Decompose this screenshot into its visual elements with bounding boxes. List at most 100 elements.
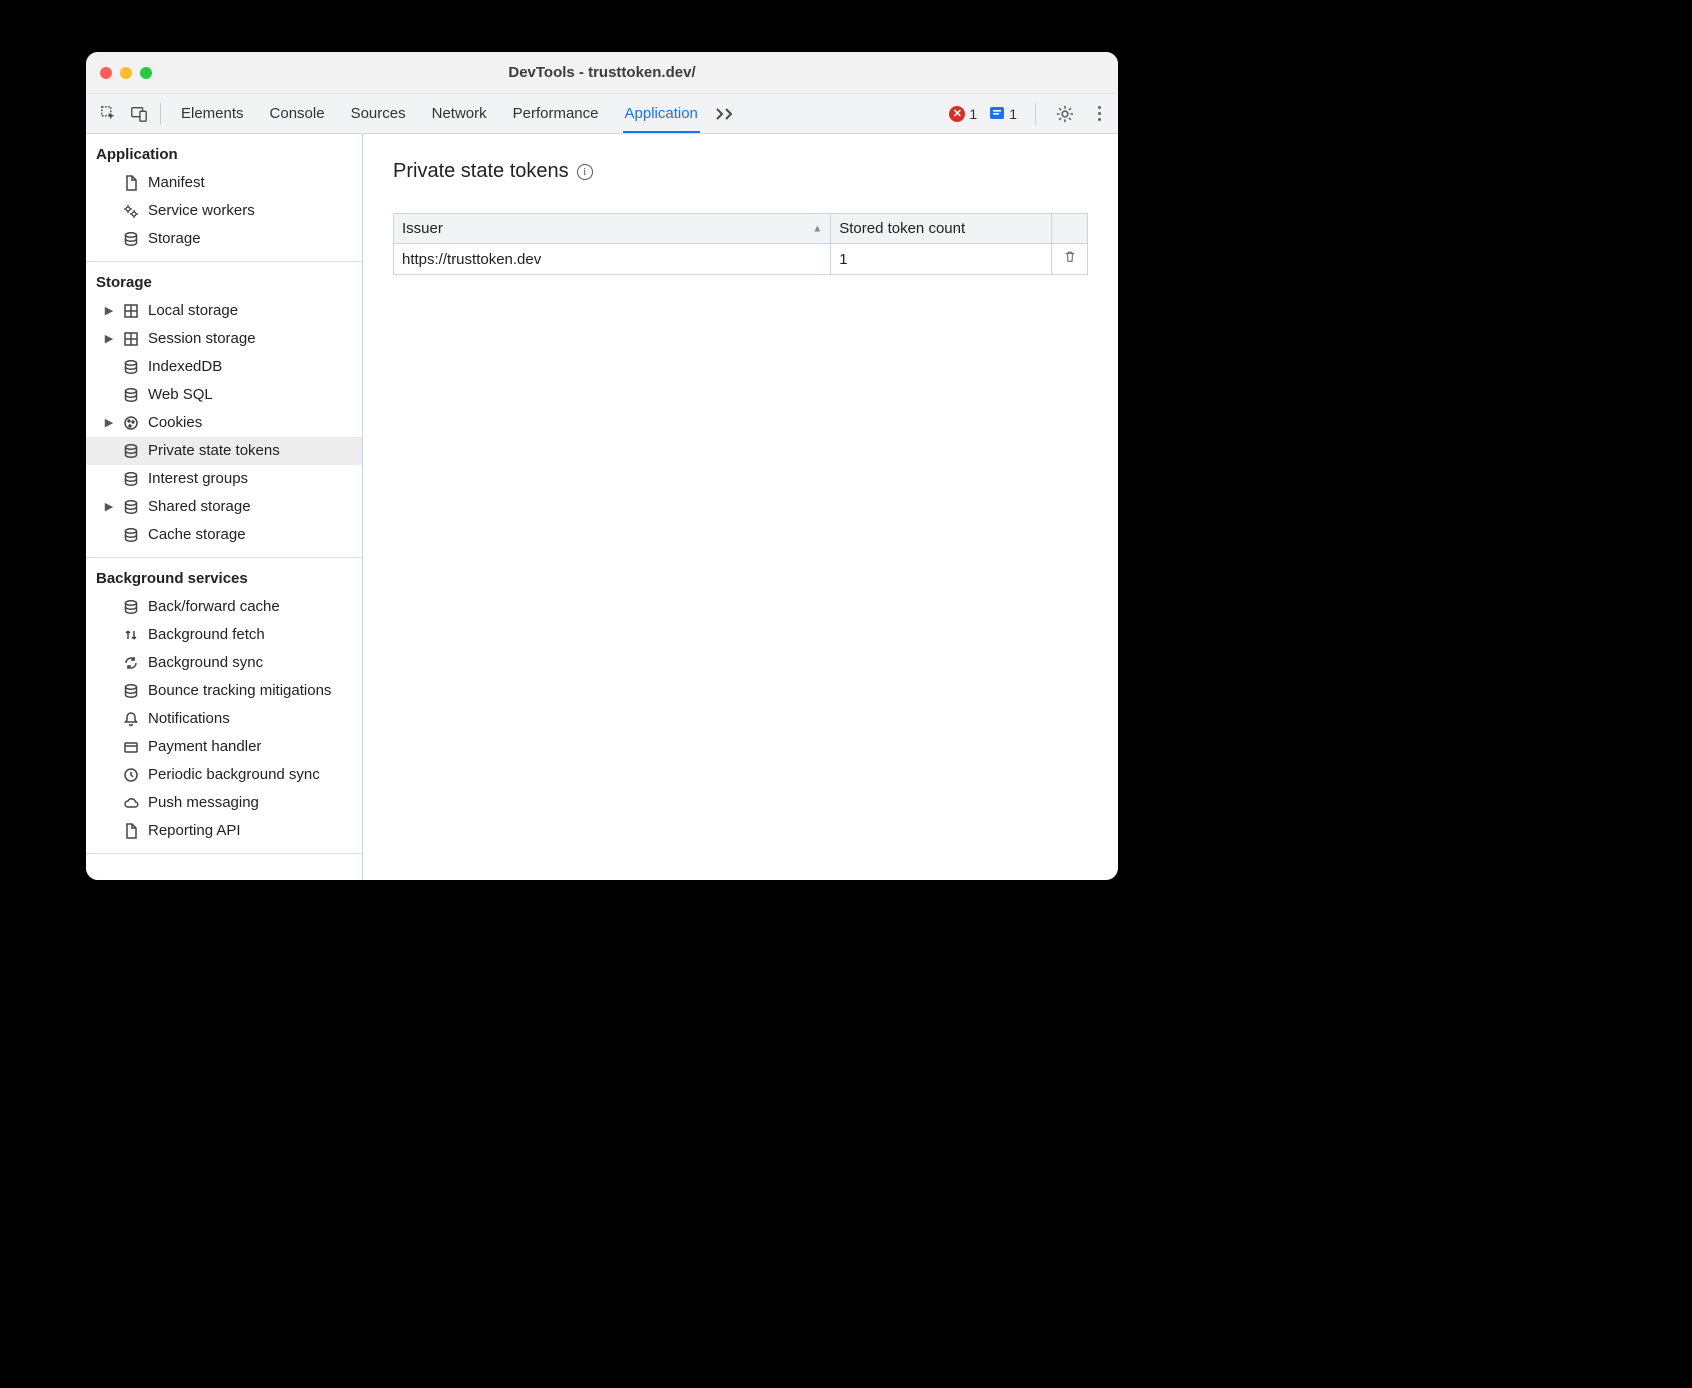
- settings-icon[interactable]: [1054, 103, 1076, 125]
- database-icon: [122, 470, 140, 488]
- database-icon: [122, 598, 140, 616]
- window-title: DevTools - trusttoken.dev/: [86, 64, 1118, 81]
- database-icon: [122, 442, 140, 460]
- cell-delete[interactable]: [1052, 244, 1088, 275]
- tab-performance[interactable]: Performance: [511, 95, 601, 133]
- expand-arrow-icon[interactable]: ▶: [104, 300, 114, 322]
- sidebar-item-cookies[interactable]: ▶Cookies: [86, 409, 362, 437]
- table-icon: [122, 302, 140, 320]
- sidebar-item-bounce-tracking-mitigations[interactable]: Bounce tracking mitigations: [86, 677, 362, 705]
- cell-issuer: https://trusttoken.dev: [394, 244, 831, 275]
- sidebar-item-back-forward-cache[interactable]: Back/forward cache: [86, 593, 362, 621]
- panel-heading-text: Private state tokens: [393, 160, 569, 183]
- sidebar-item-label: Payment handler: [148, 736, 261, 758]
- sidebar-item-private-state-tokens[interactable]: Private state tokens: [86, 437, 362, 465]
- column-issuer[interactable]: Issuer ▲: [394, 214, 831, 244]
- sidebar-item-background-fetch[interactable]: Background fetch: [86, 621, 362, 649]
- section-background-services: Background services: [86, 558, 362, 593]
- sidebar-item-label: Web SQL: [148, 384, 213, 406]
- minimize-window-button[interactable]: [120, 67, 132, 79]
- tab-console[interactable]: Console: [268, 95, 327, 133]
- sidebar-item-payment-handler[interactable]: Payment handler: [86, 733, 362, 761]
- maximize-window-button[interactable]: [140, 67, 152, 79]
- sidebar-item-web-sql[interactable]: Web SQL: [86, 381, 362, 409]
- table-icon: [122, 330, 140, 348]
- expand-arrow-icon[interactable]: ▶: [104, 496, 114, 518]
- gears-icon: [122, 202, 140, 220]
- error-count-badge[interactable]: ✕ 1: [949, 106, 977, 122]
- sidebar-item-label: Notifications: [148, 708, 230, 730]
- sidebar-item-storage[interactable]: Storage: [86, 225, 362, 253]
- sidebar-item-local-storage[interactable]: ▶Local storage: [86, 297, 362, 325]
- section-storage: Storage: [86, 262, 362, 297]
- table-row[interactable]: https://trusttoken.dev1: [394, 244, 1088, 275]
- file-icon: [122, 822, 140, 840]
- sidebar-item-label: Background fetch: [148, 624, 265, 646]
- sidebar-item-label: Bounce tracking mitigations: [148, 680, 331, 702]
- sidebar-item-label: Push messaging: [148, 792, 259, 814]
- database-icon: [122, 358, 140, 376]
- more-options-icon[interactable]: [1088, 103, 1110, 125]
- info-icon: [989, 106, 1005, 122]
- sidebar-item-label: Shared storage: [148, 496, 251, 518]
- sidebar: Application Manifest Service workers Storag…: [86, 134, 363, 880]
- sidebar-item-service-workers[interactable]: Service workers: [86, 197, 362, 225]
- sidebar-item-notifications[interactable]: Notifications: [86, 705, 362, 733]
- sidebar-item-label: Reporting API: [148, 820, 241, 842]
- sidebar-item-label: Manifest: [148, 172, 205, 194]
- expand-arrow-icon[interactable]: ▶: [104, 328, 114, 350]
- titlebar: DevTools - trusttoken.dev/: [86, 52, 1118, 94]
- devtools-window: DevTools - trusttoken.dev/ Elements Conso…: [86, 52, 1118, 880]
- sidebar-item-interest-groups[interactable]: Interest groups: [86, 465, 362, 493]
- sidebar-item-label: Back/forward cache: [148, 596, 280, 618]
- tab-elements[interactable]: Elements: [179, 95, 246, 133]
- sidebar-item-label: IndexedDB: [148, 356, 222, 378]
- section-application: Application: [86, 134, 362, 169]
- toolbar-divider-2: [1035, 103, 1036, 125]
- expand-arrow-icon[interactable]: ▶: [104, 412, 114, 434]
- info-count: 1: [1009, 106, 1017, 122]
- sidebar-item-push-messaging[interactable]: Push messaging: [86, 789, 362, 817]
- close-window-button[interactable]: [100, 67, 112, 79]
- more-tabs-icon[interactable]: [716, 107, 736, 121]
- sidebar-item-shared-storage[interactable]: ▶ Shared storage: [86, 493, 362, 521]
- sidebar-item-periodic-background-sync[interactable]: Periodic background sync: [86, 761, 362, 789]
- sidebar-item-label: Interest groups: [148, 468, 248, 490]
- panel-heading: Private state tokens i: [393, 160, 1088, 183]
- clock-icon: [122, 766, 140, 784]
- tab-application[interactable]: Application: [623, 95, 700, 133]
- main-panel: Private state tokens i Issuer ▲ Stored t…: [363, 134, 1118, 880]
- cookie-icon: [122, 414, 140, 432]
- database-icon: [122, 682, 140, 700]
- tab-network[interactable]: Network: [430, 95, 489, 133]
- toolbar-divider: [160, 103, 161, 125]
- database-icon: [122, 498, 140, 516]
- sidebar-item-indexeddb[interactable]: IndexedDB: [86, 353, 362, 381]
- database-icon: [122, 526, 140, 544]
- column-actions: [1052, 214, 1088, 244]
- panel-tabs: Elements Console Sources Network Performance…: [179, 95, 700, 133]
- sidebar-item-manifest[interactable]: Manifest: [86, 169, 362, 197]
- sidebar-item-background-sync[interactable]: Background sync: [86, 649, 362, 677]
- sidebar-item-reporting-api[interactable]: Reporting API: [86, 817, 362, 845]
- sidebar-item-label: Private state tokens: [148, 440, 280, 462]
- devtools-toolbar: Elements Console Sources Network Performance…: [86, 94, 1118, 134]
- info-circle-icon[interactable]: i: [577, 164, 593, 180]
- column-count[interactable]: Stored token count: [831, 214, 1052, 244]
- info-count-badge[interactable]: 1: [989, 106, 1017, 122]
- sidebar-item-label: Storage: [148, 228, 201, 250]
- tab-sources[interactable]: Sources: [349, 95, 408, 133]
- database-icon: [122, 230, 140, 248]
- sidebar-item-cache-storage[interactable]: Cache storage: [86, 521, 362, 549]
- bell-icon: [122, 710, 140, 728]
- sync-icon: [122, 654, 140, 672]
- sidebar-item-session-storage[interactable]: ▶ Session storage: [86, 325, 362, 353]
- device-toggle-icon[interactable]: [126, 101, 152, 127]
- error-icon: ✕: [949, 106, 965, 122]
- card-icon: [122, 738, 140, 756]
- tokens-table: Issuer ▲ Stored token count https://trus…: [393, 213, 1088, 275]
- window-controls: [100, 67, 152, 79]
- sidebar-item-label: Periodic background sync: [148, 764, 320, 786]
- inspect-icon[interactable]: [96, 101, 122, 127]
- sidebar-item-label: Session storage: [148, 328, 256, 350]
